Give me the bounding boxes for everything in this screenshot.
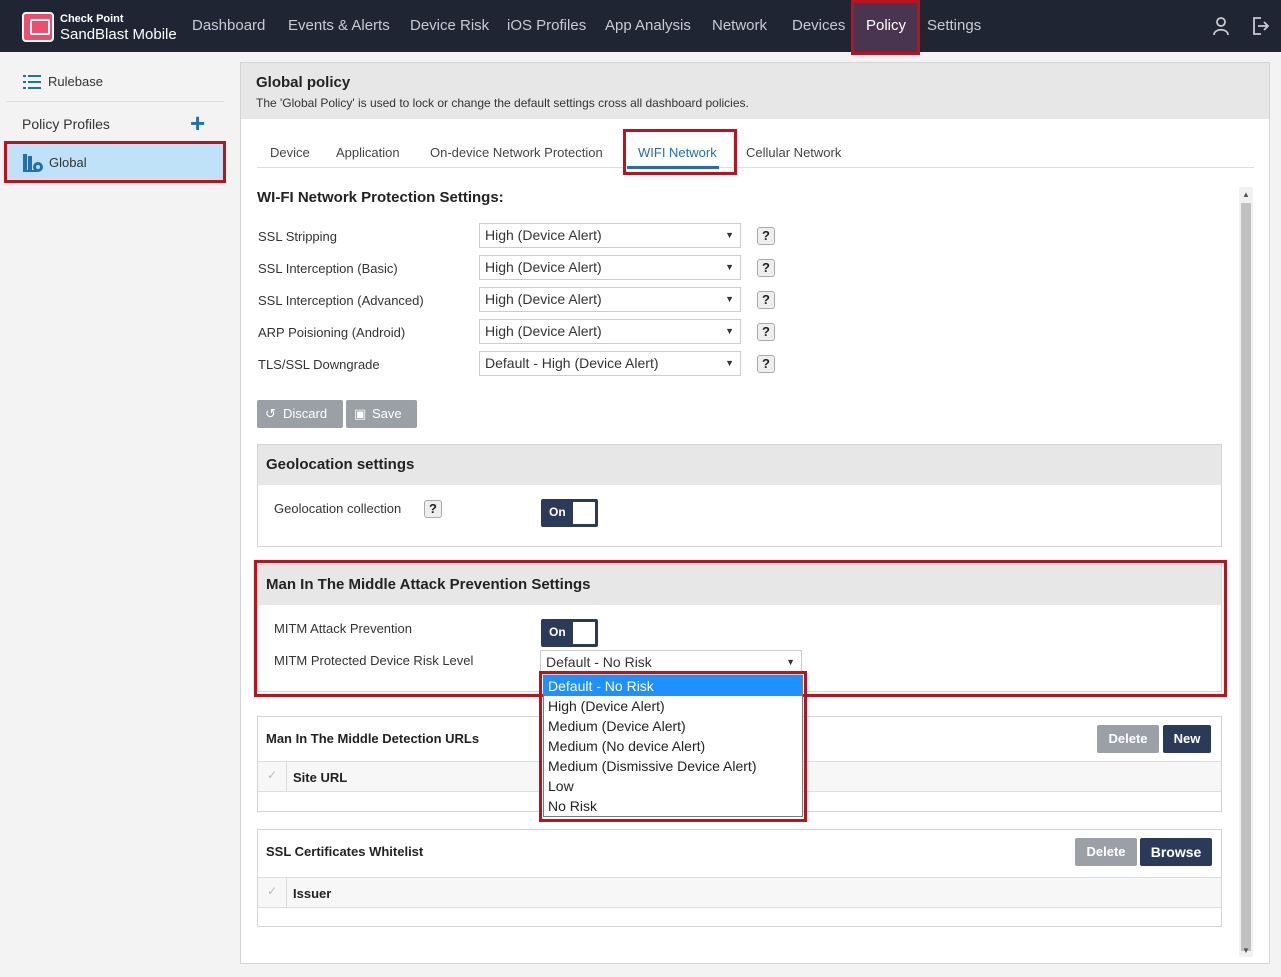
nav-app-analysis[interactable]: App Analysis [605, 0, 691, 52]
dropdown-highlight [539, 671, 807, 822]
ssl-interception-basic-label: SSL Interception (Basic) [258, 261, 398, 276]
nav-settings[interactable]: Settings [927, 0, 981, 52]
scrollbar[interactable]: ▲ ▼ [1239, 187, 1253, 957]
logout-icon[interactable] [1251, 16, 1269, 36]
ssl-stripping-value: High (Device Alert) [485, 227, 602, 243]
undo-icon: ↺ [265, 406, 276, 421]
help-icon[interactable]: ? [757, 323, 775, 341]
sidebar-rulebase[interactable]: Rulebase [6, 62, 224, 102]
tls-ssl-downgrade-select[interactable]: Default - High (Device Alert) ▼ [479, 351, 741, 376]
ssl-interception-basic-value: High (Device Alert) [485, 259, 602, 275]
ssl-stripping-label: SSL Stripping [258, 229, 338, 244]
geolocation-toggle[interactable]: On [541, 499, 598, 527]
policy-profiles-label: Policy Profiles [22, 116, 110, 132]
certs-delete-button[interactable]: Delete [1075, 838, 1137, 866]
page-description: The 'Global Policy' is used to lock or c… [256, 96, 749, 110]
nav-devices[interactable]: Devices [792, 0, 845, 52]
arp-poisioning-label: ARP Poisioning (Android) [258, 325, 406, 340]
ssl-interception-advanced-label: SSL Interception (Advanced) [258, 293, 424, 308]
add-profile-icon[interactable]: + [190, 110, 205, 136]
arp-poisioning-value: High (Device Alert) [485, 323, 602, 339]
ssl-whitelist-title: SSL Certificates Whitelist [266, 844, 424, 859]
geolocation-title: Geolocation settings [266, 456, 415, 473]
top-nav: Check Point SandBlast Mobile Dashboard E… [0, 0, 1281, 52]
tab-bar-line [257, 167, 1254, 168]
page-title: Global policy [256, 74, 351, 91]
policy-highlight [851, 0, 920, 55]
nav-network[interactable]: Network [712, 0, 767, 52]
certs-column-header: ✓ Issuer [258, 877, 1221, 908]
tls-ssl-downgrade-label: TLS/SSL Downgrade [258, 357, 380, 372]
geolocation-label: Geolocation collection [274, 501, 402, 516]
sandblast-logo-icon [22, 12, 54, 42]
save-label: Save [372, 406, 402, 421]
geolocation-box: Geolocation settings Geolocation collect… [257, 444, 1222, 547]
user-icon[interactable] [1212, 16, 1230, 36]
urls-delete-button[interactable]: Delete [1097, 725, 1159, 753]
ssl-stripping-select[interactable]: High (Device Alert) ▼ [479, 223, 741, 248]
arp-poisioning-select[interactable]: High (Device Alert) ▼ [479, 319, 741, 344]
help-icon[interactable]: ? [757, 227, 775, 245]
chevron-down-icon: ▼ [725, 230, 734, 240]
help-icon[interactable]: ? [424, 500, 442, 518]
chevron-down-icon: ▼ [725, 326, 734, 336]
main-panel: Global policy The 'Global Policy' is use… [240, 62, 1270, 964]
chevron-down-icon: ▼ [725, 294, 734, 304]
mitm-urls-title: Man In The Middle Detection URLs [266, 731, 480, 746]
save-button[interactable]: ▣ Save [346, 400, 417, 428]
wifi-section-title: WI-FI Network Protection Settings: [257, 189, 504, 206]
check-icon[interactable]: ✓ [267, 884, 277, 898]
toggle-label: On [549, 505, 566, 519]
nav-events-alerts[interactable]: Events & Alerts [288, 0, 390, 52]
site-url-column[interactable]: Site URL [293, 770, 347, 785]
tls-ssl-downgrade-value: Default - High (Device Alert) [485, 355, 659, 371]
browse-button[interactable]: Browse [1140, 838, 1212, 866]
geolocation-header: Geolocation settings [258, 445, 1221, 485]
sidebar-policy-profiles: Policy Profiles + [6, 104, 224, 142]
global-highlight [4, 141, 226, 183]
wifi-tab-highlight [623, 129, 737, 175]
nav-device-risk[interactable]: Device Risk [410, 0, 489, 52]
main-header: Global policy The 'Global Policy' is use… [241, 63, 1269, 119]
chevron-down-icon: ▼ [725, 358, 734, 368]
nav-ios-profiles[interactable]: iOS Profiles [507, 0, 586, 52]
list-icon [23, 75, 41, 89]
urls-new-button[interactable]: New [1163, 725, 1211, 753]
chevron-down-icon: ▼ [725, 262, 734, 272]
help-icon[interactable]: ? [757, 259, 775, 277]
nav-dashboard[interactable]: Dashboard [192, 0, 265, 52]
tab-on-device-network-protection[interactable]: On-device Network Protection [430, 145, 603, 160]
issuer-column[interactable]: Issuer [293, 886, 331, 901]
brand-bottom: SandBlast Mobile [60, 26, 177, 43]
tab-device[interactable]: Device [270, 145, 310, 160]
scroll-thumb[interactable] [1241, 203, 1251, 951]
tab-application[interactable]: Application [336, 145, 400, 160]
discard-button[interactable]: ↺ Discard [257, 400, 343, 428]
brand-top: Check Point [60, 13, 124, 25]
ssl-interception-basic-select[interactable]: High (Device Alert) ▼ [479, 255, 741, 280]
scroll-down-icon[interactable]: ▼ [1242, 946, 1250, 955]
ssl-whitelist-box: SSL Certificates Whitelist Delete Browse… [257, 829, 1222, 927]
ssl-interception-advanced-value: High (Device Alert) [485, 291, 602, 307]
ssl-interception-advanced-select[interactable]: High (Device Alert) ▼ [479, 287, 741, 312]
help-icon[interactable]: ? [757, 355, 775, 373]
scroll-up-icon[interactable]: ▲ [1242, 190, 1250, 199]
toggle-knob [573, 502, 595, 524]
floppy-disk-icon: ▣ [354, 406, 367, 421]
check-icon[interactable]: ✓ [267, 768, 277, 782]
rulebase-label: Rulebase [48, 74, 103, 89]
help-icon[interactable]: ? [757, 291, 775, 309]
discard-label: Discard [283, 406, 328, 421]
tab-cellular-network[interactable]: Cellular Network [746, 145, 841, 160]
